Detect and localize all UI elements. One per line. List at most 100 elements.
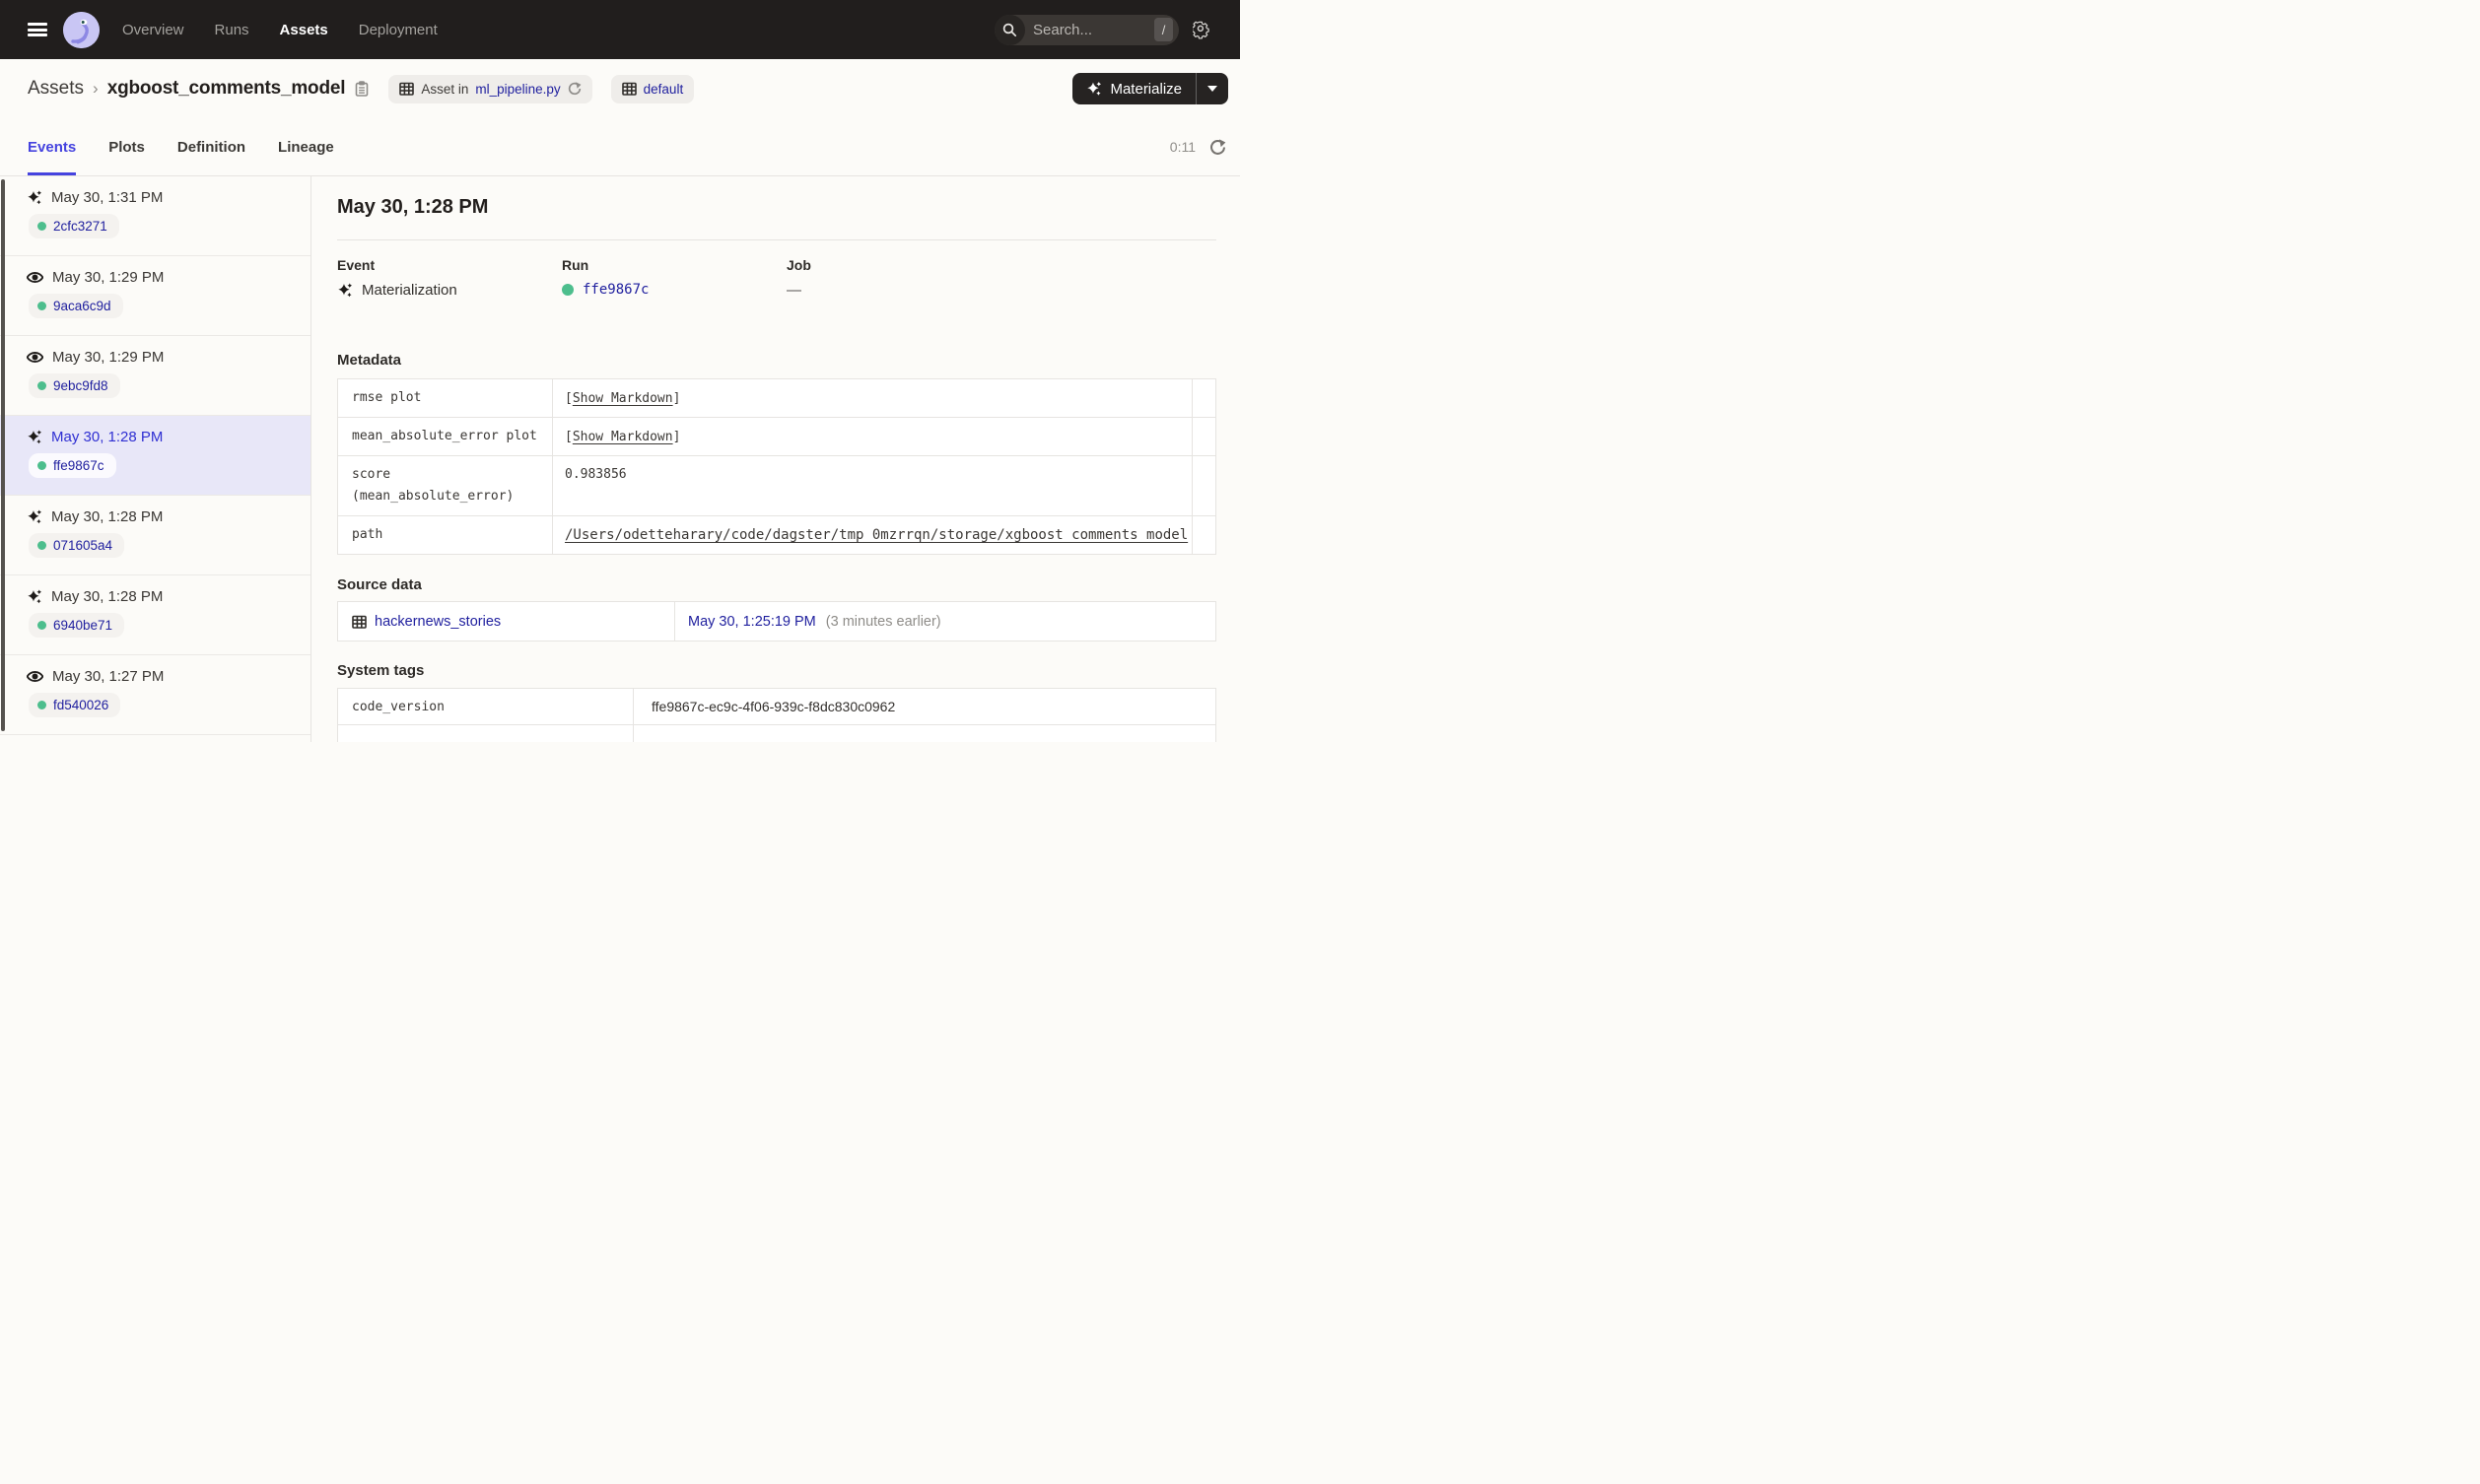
source-asset-link[interactable]: hackernews_stories bbox=[375, 614, 501, 630]
run-badge: 9ebc9fd8 bbox=[29, 373, 120, 398]
nav-assets[interactable]: Assets bbox=[280, 22, 328, 38]
run-id-link[interactable]: fd540026 bbox=[53, 698, 108, 712]
system-tags-table: code_version ffe9867c-ec9c-4f06-939c-f8d… bbox=[337, 688, 1216, 742]
event-list-item[interactable]: May 30, 1:27 PM fd540026 bbox=[0, 655, 310, 735]
run-id-link[interactable]: 9ebc9fd8 bbox=[53, 378, 108, 393]
show-markdown-link[interactable]: Show Markdown bbox=[573, 430, 673, 444]
event-list-item[interactable]: May 30, 1:29 PM 9ebc9fd8 bbox=[0, 336, 310, 416]
nav-overview[interactable]: Overview bbox=[122, 22, 184, 38]
run-status-dot bbox=[37, 701, 46, 709]
event-list-item-selected[interactable]: May 30, 1:28 PM ffe9867c bbox=[0, 416, 310, 496]
source-timestamp-note: (3 minutes earlier) bbox=[825, 613, 941, 630]
event-date: May 30, 1:29 PM bbox=[52, 269, 165, 286]
breadcrumb-separator: › bbox=[93, 79, 99, 98]
run-id-link[interactable]: ffe9867c bbox=[583, 282, 649, 298]
run-status-dot bbox=[562, 284, 574, 296]
pipeline-file-link[interactable]: ml_pipeline.py bbox=[475, 82, 560, 97]
asset-location-chip: Asset in ml_pipeline.py bbox=[388, 74, 592, 103]
materialize-button[interactable]: Materialize bbox=[1072, 73, 1196, 104]
run-badge: fd540026 bbox=[29, 693, 121, 717]
run-id-link[interactable]: 6940be71 bbox=[53, 618, 112, 633]
event-date: May 30, 1:27 PM bbox=[52, 668, 165, 685]
run-status-dot bbox=[37, 381, 46, 390]
table-row: rmse plot [Show Markdown] bbox=[337, 377, 1216, 419]
run-id-link[interactable]: ffe9867c bbox=[53, 458, 104, 473]
reload-code-location-icon[interactable] bbox=[568, 82, 582, 96]
asset-header: Assets › xgboost_comments_model Asset in… bbox=[0, 59, 1240, 118]
table-row: path /Users/odetteharary/code/dagster/tm… bbox=[337, 515, 1216, 556]
event-detail-title: May 30, 1:28 PM bbox=[337, 196, 489, 218]
table-row: hackernews_stories May 30, 1:25:19 PM (3… bbox=[337, 601, 1216, 642]
observation-eye-icon bbox=[27, 670, 43, 683]
job-column-label: Job bbox=[787, 257, 811, 273]
run-status-dot bbox=[37, 302, 46, 310]
tab-lineage[interactable]: Lineage bbox=[278, 118, 334, 175]
tab-events[interactable]: Events bbox=[28, 118, 77, 175]
run-status-dot bbox=[37, 541, 46, 550]
search-input[interactable]: Search... / bbox=[995, 14, 1179, 45]
run-badge: 2cfc3271 bbox=[29, 214, 119, 238]
system-tag-key: code_version bbox=[337, 688, 634, 726]
run-badge: 071605a4 bbox=[29, 533, 125, 558]
materialize-split-button: Materialize bbox=[1072, 73, 1228, 104]
source-timestamp-link[interactable]: May 30, 1:25:19 PM bbox=[688, 614, 816, 630]
metadata-key: rmse plot bbox=[337, 377, 553, 419]
show-markdown-link[interactable]: Show Markdown bbox=[573, 391, 673, 406]
asset-group-chip: default bbox=[610, 74, 695, 103]
metadata-key: score (mean_absolute_error) bbox=[337, 455, 553, 517]
table-row: mean_absolute_error plot [Show Markdown] bbox=[337, 417, 1216, 457]
materialize-sparkle-icon bbox=[1087, 81, 1102, 96]
table-icon bbox=[399, 82, 415, 96]
materialization-icon bbox=[338, 283, 353, 298]
nav-runs[interactable]: Runs bbox=[215, 22, 249, 38]
event-type-value: Materialization bbox=[362, 282, 457, 299]
metadata-heading: Metadata bbox=[337, 352, 402, 369]
settings-gear-icon[interactable] bbox=[1192, 21, 1211, 39]
event-detail-panel: May 30, 1:28 PM Event Materialization Ru… bbox=[311, 176, 1240, 742]
run-id-link[interactable]: 071605a4 bbox=[53, 538, 112, 553]
job-empty-value: — bbox=[787, 282, 801, 299]
metadata-value: 0.983856 bbox=[552, 455, 1193, 517]
source-data-table: hackernews_stories May 30, 1:25:19 PM (3… bbox=[337, 601, 1216, 642]
metadata-table: rmse plot [Show Markdown] mean_absolute_… bbox=[337, 377, 1216, 556]
event-list-item[interactable]: May 30, 1:28 PM 6940be71 bbox=[0, 575, 310, 655]
event-list-item[interactable]: May 30, 1:29 PM 9aca6c9d bbox=[0, 256, 310, 336]
event-date: May 30, 1:29 PM bbox=[52, 349, 165, 366]
run-column-label: Run bbox=[562, 257, 589, 273]
system-tags-heading: System tags bbox=[337, 662, 425, 680]
event-list-sidebar: May 30, 1:31 PM 2cfc3271 May 30, 1:29 PM… bbox=[0, 176, 311, 742]
path-link[interactable]: /Users/odetteharary/code/dagster/tmp_0mz… bbox=[565, 527, 1188, 543]
refresh-icon[interactable] bbox=[1209, 138, 1226, 156]
dagster-logo[interactable] bbox=[63, 11, 100, 48]
table-icon bbox=[352, 615, 367, 629]
run-id-link[interactable]: 9aca6c9d bbox=[53, 299, 111, 313]
event-list-item[interactable]: May 30, 1:28 PM 071605a4 bbox=[0, 496, 310, 575]
observation-eye-icon bbox=[27, 351, 43, 364]
materialization-icon bbox=[28, 430, 42, 444]
asset-tabs: Events Plots Definition Lineage 0:11 bbox=[0, 118, 1240, 176]
nav-deployment[interactable]: Deployment bbox=[359, 22, 438, 38]
copy-asset-name-icon[interactable] bbox=[354, 81, 370, 97]
event-list-item[interactable]: May 30, 1:31 PM 2cfc3271 bbox=[0, 176, 310, 256]
top-nav-bar: Overview Runs Assets Deployment Search..… bbox=[0, 0, 1240, 59]
event-date: May 30, 1:28 PM bbox=[51, 508, 164, 525]
tab-plots[interactable]: Plots bbox=[108, 118, 145, 175]
hamburger-menu-icon[interactable] bbox=[28, 23, 47, 36]
run-badge: 6940be71 bbox=[29, 613, 125, 638]
breadcrumb-assets-link[interactable]: Assets bbox=[28, 78, 84, 100]
run-id-link[interactable]: 2cfc3271 bbox=[53, 219, 107, 234]
page-title: xgboost_comments_model bbox=[106, 78, 346, 99]
main-nav: Overview Runs Assets Deployment bbox=[122, 22, 438, 38]
materialization-icon bbox=[28, 190, 42, 205]
search-shortcut-badge: / bbox=[1154, 18, 1173, 41]
event-date: May 30, 1:31 PM bbox=[51, 189, 164, 206]
source-data-heading: Source data bbox=[337, 576, 422, 594]
system-tag-value: ffe9867c-ec9c-4f06-939c-f8dc830c0962 bbox=[633, 688, 1216, 726]
sidebar-scrollbar[interactable] bbox=[1, 179, 5, 731]
tab-definition[interactable]: Definition bbox=[177, 118, 245, 175]
observation-eye-icon bbox=[27, 271, 43, 284]
table-row: code_version ffe9867c-ec9c-4f06-939c-f8d… bbox=[337, 688, 1216, 726]
materialize-dropdown-button[interactable] bbox=[1197, 73, 1228, 104]
asset-group-link[interactable]: default bbox=[644, 82, 684, 97]
refresh-countdown: 0:11 bbox=[1169, 139, 1196, 155]
